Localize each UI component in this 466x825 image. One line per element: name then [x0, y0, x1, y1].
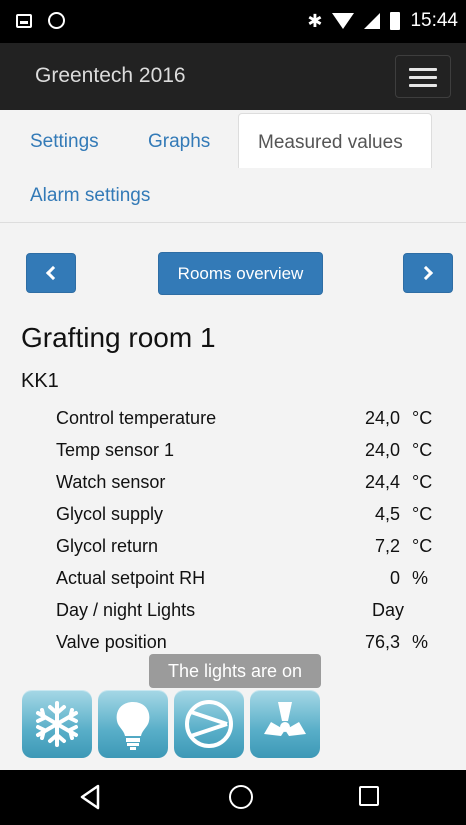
signal-icon	[364, 13, 381, 29]
value-unit: °C	[412, 440, 433, 460]
system-navigation-bar	[0, 770, 466, 825]
rooms-overview-button[interactable]: Rooms overview	[158, 252, 323, 295]
value-unit: %	[412, 568, 429, 588]
value-row: Watch sensor 24,4 °C	[0, 468, 466, 500]
lights-status-button[interactable]	[98, 690, 168, 758]
value-number: 24,0	[364, 440, 400, 460]
lights-tooltip: The lights are on	[149, 654, 321, 688]
value-label: Watch sensor	[56, 472, 166, 492]
hamburger-icon	[409, 76, 437, 79]
value-label: Glycol supply	[56, 504, 164, 524]
value-number: 7,2	[374, 536, 400, 556]
status-bar-left	[16, 12, 65, 29]
value-row: Temp sensor 1 24,0 °C	[0, 436, 466, 468]
value-row: Day / night Lights Day	[0, 596, 466, 628]
value-unit: %	[412, 632, 429, 652]
hamburger-icon	[409, 68, 437, 71]
room-subtitle: KK1	[21, 370, 59, 392]
value-unit: °C	[412, 472, 433, 492]
value-label: Temp sensor 1	[56, 440, 175, 460]
value-number: Day	[371, 600, 404, 620]
fan-icon	[264, 702, 306, 736]
fan-status-button[interactable]	[250, 690, 320, 758]
battery-icon	[390, 12, 401, 30]
tab-alarm-settings[interactable]: Alarm settings	[30, 185, 150, 207]
value-row: Actual setpoint RH 0 %	[0, 564, 466, 596]
value-number: 24,4	[364, 472, 400, 492]
pump-icon	[185, 700, 233, 748]
value-row: Glycol return 7,2 °C	[0, 532, 466, 564]
tab-bar: Settings Graphs Measured values Alarm se…	[0, 110, 466, 223]
value-number: 0	[389, 568, 400, 588]
value-label: Valve position	[56, 632, 167, 652]
bluetooth-icon: ✱	[307, 10, 323, 31]
value-unit: °C	[412, 408, 433, 428]
recent-apps-icon[interactable]	[359, 786, 379, 806]
wifi-icon	[332, 13, 355, 29]
value-row: Control temperature 24,0 °C	[0, 404, 466, 436]
hamburger-icon	[409, 84, 437, 87]
chevron-right-icon	[418, 265, 434, 281]
previous-room-button[interactable]	[26, 253, 76, 293]
value-number: 4,5	[374, 504, 400, 524]
value-label: Control temperature	[56, 408, 217, 428]
brand-title[interactable]: Greentech 2016	[35, 64, 186, 88]
circle-notification-icon	[48, 12, 65, 29]
back-icon[interactable]	[79, 784, 101, 810]
value-unit: °C	[412, 536, 433, 556]
snowflake-icon	[36, 701, 78, 747]
home-icon[interactable]	[229, 785, 253, 809]
value-label: Actual setpoint RH	[56, 568, 206, 588]
status-bar-right: ✱ 15:44	[307, 10, 458, 32]
status-icon-row	[22, 690, 320, 758]
lightbulb-icon	[116, 702, 150, 750]
app-navbar: Greentech 2016	[0, 43, 466, 110]
value-number: 76,3	[364, 632, 400, 652]
value-label: Glycol return	[56, 536, 159, 556]
cooling-status-button[interactable]	[22, 690, 92, 758]
pump-status-button[interactable]	[174, 690, 244, 758]
next-room-button[interactable]	[403, 253, 453, 293]
screenshot-notification-icon	[16, 13, 32, 28]
clock: 15:44	[410, 10, 458, 31]
chevron-left-icon	[45, 265, 61, 281]
value-row: Glycol supply 4,5 °C	[0, 500, 466, 532]
tab-measured-values[interactable]: Measured values	[238, 113, 432, 168]
value-label: Day / night Lights	[56, 600, 196, 620]
room-title: Grafting room 1	[21, 322, 216, 353]
value-unit: °C	[412, 504, 433, 524]
tab-graphs[interactable]: Graphs	[148, 131, 210, 153]
value-number: 24,0	[364, 408, 400, 428]
status-bar: ✱ 15:44	[0, 0, 466, 43]
menu-toggle-button[interactable]	[395, 55, 451, 98]
tab-settings[interactable]: Settings	[30, 131, 99, 153]
